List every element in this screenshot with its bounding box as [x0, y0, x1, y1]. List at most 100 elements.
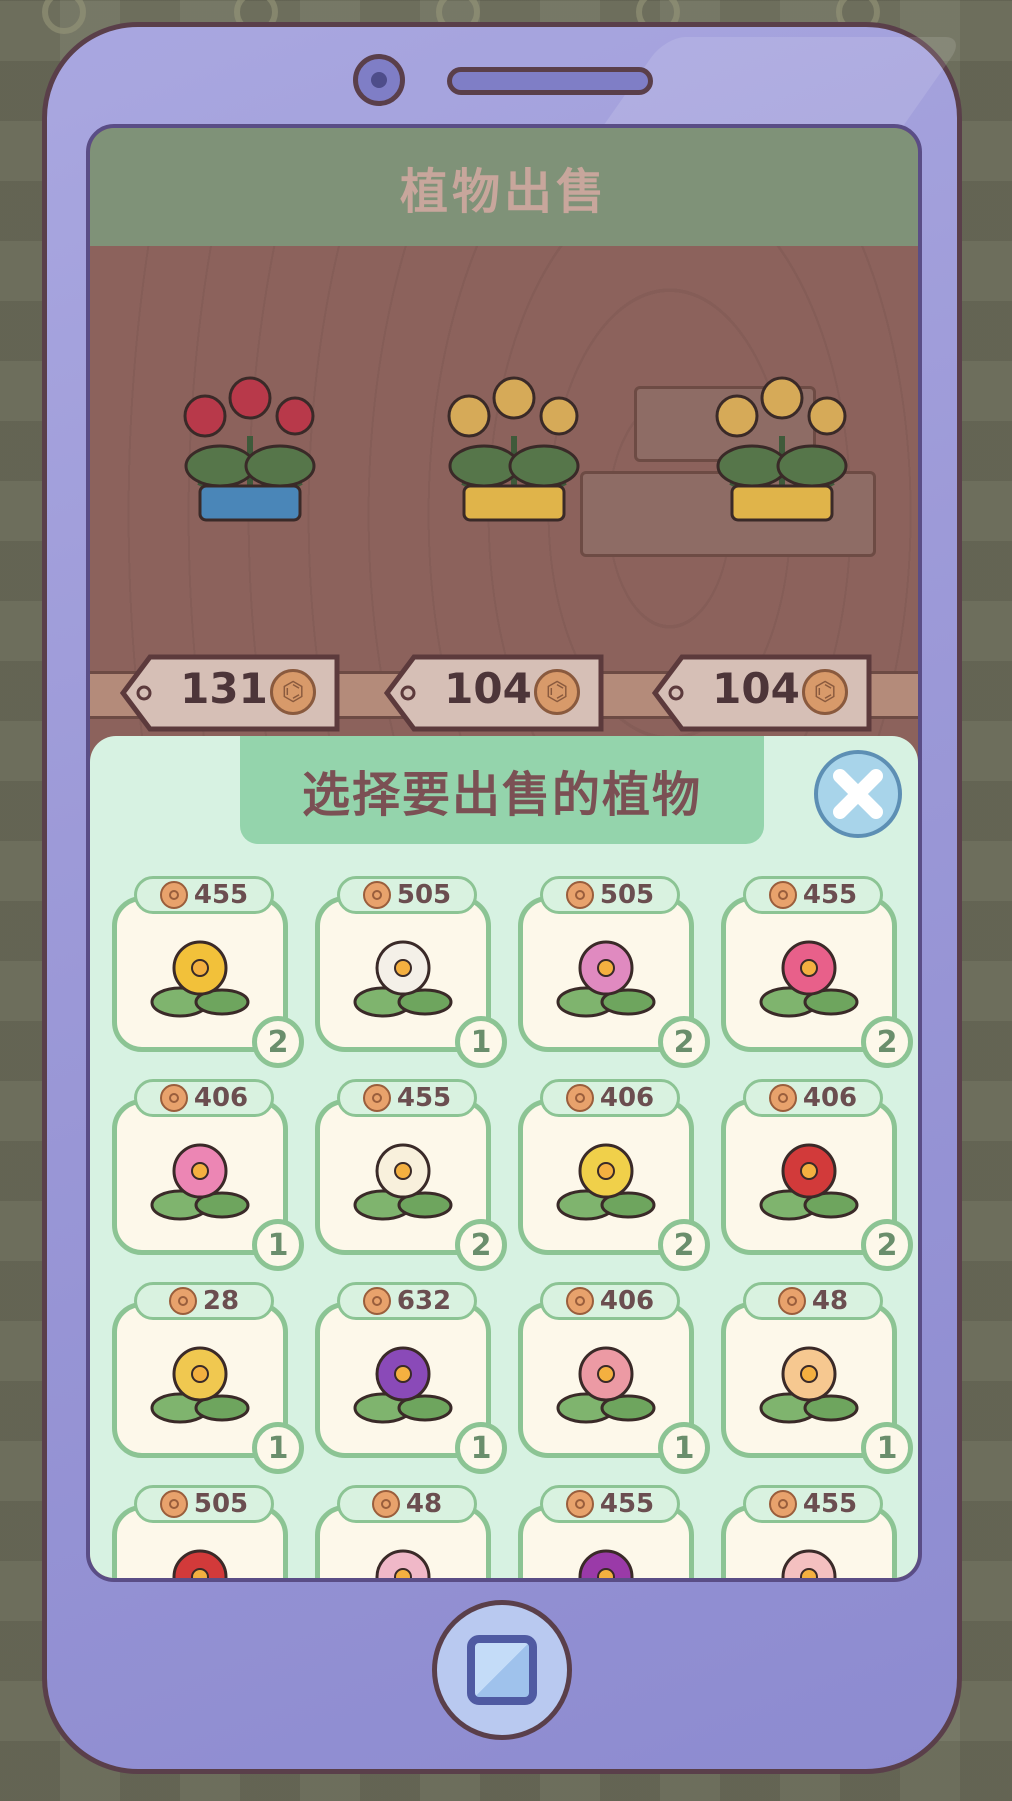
coin-icon	[362, 881, 391, 909]
pink-blossom-icon	[375, 1549, 431, 1578]
coin-icon	[159, 1084, 188, 1112]
background-gear-icon	[42, 0, 86, 34]
white-hydrangea-icon	[353, 940, 453, 1018]
coin-icon	[768, 1084, 797, 1112]
plant-count-badge: 1	[455, 1016, 507, 1068]
plant-price-badge: 505	[337, 876, 477, 914]
coin-icon	[168, 1287, 197, 1315]
coin-icon	[768, 881, 797, 909]
panel-header: 选择要出售的植物	[240, 736, 764, 844]
shelf-plant[interactable]	[160, 376, 340, 526]
plant-card[interactable]: 455 2	[315, 1079, 507, 1271]
coin-icon	[565, 1084, 594, 1112]
plant-price: 632	[396, 1286, 452, 1316]
plant-price: 406	[802, 1083, 858, 1113]
plant-price: 406	[193, 1083, 249, 1113]
plant-price-badge: 48	[337, 1485, 477, 1523]
plant-card[interactable]: 406 1	[518, 1282, 710, 1474]
plant-card[interactable]: 406 2	[518, 1079, 710, 1271]
plant-price: 455	[802, 880, 858, 910]
pink-tulip-icon	[556, 1346, 656, 1424]
coin-icon	[270, 669, 316, 715]
plant-price: 505	[396, 880, 452, 910]
plant-price: 455	[193, 880, 249, 910]
page-title: 植物出售	[399, 164, 608, 220]
plant-price-badge: 632	[337, 1282, 477, 1320]
plant-card[interactable]: 455	[518, 1485, 696, 1578]
plant-price: 406	[599, 1083, 655, 1113]
coin-icon	[565, 1490, 594, 1518]
shelf-plant[interactable]	[692, 376, 872, 526]
plant-card[interactable]: 632 1	[315, 1282, 507, 1474]
red-lotus-icon	[759, 1143, 859, 1221]
white-pink-flower-icon	[781, 1549, 837, 1578]
yellow-rose-bouquet-icon	[715, 376, 848, 522]
plant-card[interactable]: 505 1	[315, 876, 507, 1068]
plant-price: 28	[202, 1286, 240, 1316]
price-value: 131	[180, 664, 268, 713]
plant-price-badge: 28	[134, 1282, 274, 1320]
pink-anthurium-icon	[759, 940, 859, 1018]
coin-icon	[159, 881, 188, 909]
price-value: 104	[444, 664, 532, 713]
plant-card[interactable]: 406 2	[721, 1079, 913, 1271]
plant-card[interactable]: 455 2	[721, 876, 913, 1068]
plant-count-badge: 2	[252, 1016, 304, 1068]
shelf-plant[interactable]	[424, 376, 604, 526]
plant-card[interactable]: 28 1	[112, 1282, 304, 1474]
plant-price-badge: 455	[134, 876, 274, 914]
plant-price: 455	[802, 1489, 858, 1519]
plant-price-badge: 406	[540, 1282, 680, 1320]
plant-price: 455	[396, 1083, 452, 1113]
coin-icon	[802, 669, 848, 715]
coin-icon	[565, 1287, 594, 1315]
plant-price: 48	[405, 1489, 443, 1519]
coin-icon	[777, 1287, 806, 1315]
purple-violet-icon	[353, 1346, 453, 1424]
plant-card[interactable]: 455 2	[112, 876, 304, 1068]
home-button[interactable]	[432, 1600, 572, 1740]
plant-price-badge: 406	[134, 1079, 274, 1117]
yellow-daffodil-icon	[150, 940, 250, 1018]
panel-title: 选择要出售的植物	[301, 767, 702, 823]
price-tag: 131	[120, 654, 340, 732]
speaker-grille	[447, 67, 653, 95]
price-tag: 104	[384, 654, 604, 732]
plant-count-badge: 2	[861, 1016, 913, 1068]
coin-icon	[362, 1287, 391, 1315]
phone-screen: 植物出售 131 ⌬ 104 ⌬ 104 ⌬ 选择要出售的植物 455 2 50…	[86, 124, 922, 1582]
plant-card[interactable]: 455	[721, 1485, 899, 1578]
pink-lotus-icon	[150, 1143, 250, 1221]
plant-card[interactable]: 406 1	[112, 1079, 304, 1271]
plant-count-badge: 1	[658, 1422, 710, 1474]
plant-card[interactable]: 48 1	[721, 1282, 913, 1474]
camera-icon	[353, 54, 405, 106]
yellow-hyacinth-icon	[150, 1346, 250, 1424]
plant-price: 48	[811, 1286, 849, 1316]
plant-card[interactable]: 505 2	[518, 876, 710, 1068]
plant-count-badge: 1	[252, 1422, 304, 1474]
price-tag: 104	[652, 654, 872, 732]
plant-count-badge: 2	[658, 1219, 710, 1271]
plant-price: 505	[599, 880, 655, 910]
plant-card[interactable]: 48	[315, 1485, 493, 1578]
plant-price-badge: 505	[134, 1485, 274, 1523]
close-icon	[833, 769, 883, 819]
red-rose-bouquet-icon	[183, 376, 316, 522]
plant-count-badge: 1	[861, 1422, 913, 1474]
plant-card[interactable]: 505	[112, 1485, 290, 1578]
close-button[interactable]	[814, 750, 902, 838]
plant-count-badge: 2	[861, 1219, 913, 1271]
coin-icon	[768, 1490, 797, 1518]
plant-price: 505	[193, 1489, 249, 1519]
yellow-lily-icon	[759, 1346, 859, 1424]
plant-price-badge: 48	[743, 1282, 883, 1320]
plant-price-badge: 406	[540, 1079, 680, 1117]
plant-price-badge: 455	[337, 1079, 477, 1117]
plant-count-badge: 2	[455, 1219, 507, 1271]
plant-price: 455	[599, 1489, 655, 1519]
coin-icon	[534, 669, 580, 715]
sell-selection-panel: 选择要出售的植物 455 2 505 1 505 2 455 2 406 1 455 2 406 2 406…	[90, 736, 918, 1578]
plant-price-badge: 455	[743, 876, 883, 914]
home-square-icon	[467, 1635, 537, 1705]
